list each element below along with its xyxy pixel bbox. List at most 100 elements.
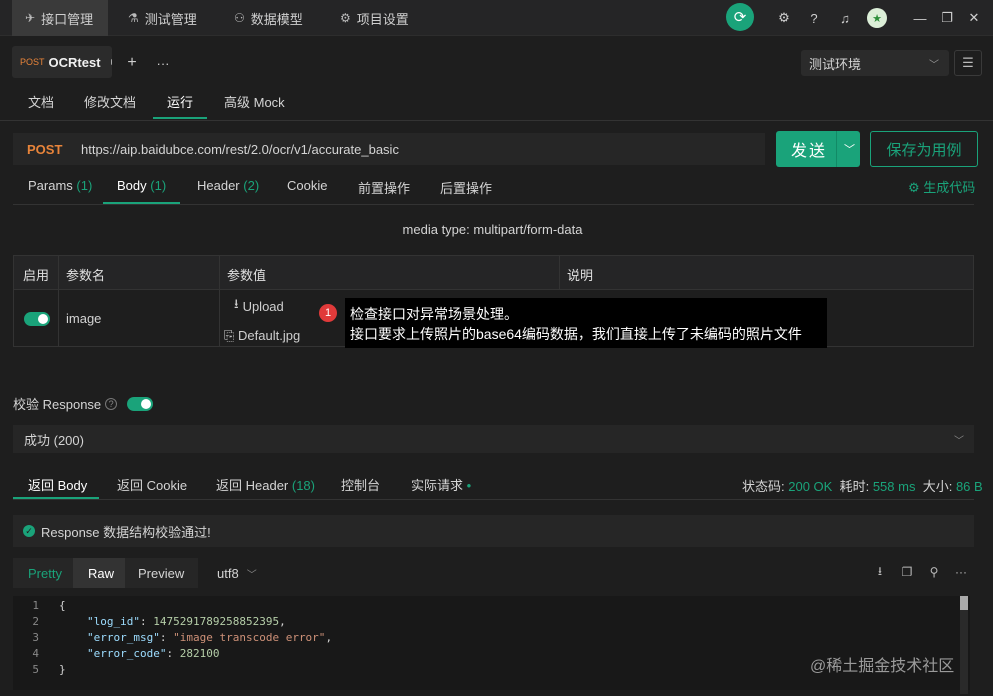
format-pretty[interactable]: Pretty — [13, 558, 73, 588]
generate-code-link[interactable]: ⚙ 生成代码 — [908, 177, 975, 196]
column-header-description: 说明 — [567, 268, 594, 283]
divider — [13, 204, 974, 205]
nav-tab-api-management[interactable]: ✈ 接口管理 — [12, 0, 108, 36]
restore-icon[interactable]: ❐ — [937, 8, 957, 28]
column-header-value: 参数值 — [227, 268, 267, 283]
url-bar[interactable]: POST https://aip.baidubce.com/rest/2.0/o… — [13, 133, 765, 165]
settings-gear-icon[interactable]: ⚙ — [774, 8, 794, 28]
model-icon: ⚇ — [234, 11, 245, 25]
send-button[interactable]: 发送 ﹀ — [776, 131, 860, 167]
tab-label: 返回 Header — [216, 478, 289, 493]
code-scrollbar[interactable] — [960, 596, 968, 694]
request-method[interactable]: POST — [13, 142, 81, 157]
encoding-value: utf8 — [217, 565, 239, 581]
enable-toggle[interactable] — [24, 312, 50, 326]
more-tabs-icon[interactable]: ··· — [153, 53, 173, 73]
divider — [13, 499, 974, 500]
status-dot-icon: • — [463, 478, 472, 493]
tab-post-operation[interactable]: 后置操作 — [440, 178, 492, 196]
annotation-line-1: 检查接口对异常场景处理。 — [350, 306, 518, 322]
check-circle-icon: ✓ — [23, 525, 35, 537]
status-code: 200 OK — [788, 479, 833, 494]
annotation-badge: 1 — [319, 304, 337, 322]
help-icon[interactable]: ? — [804, 8, 824, 28]
tab-actual-request[interactable]: 实际请求 • — [411, 475, 471, 494]
file-name-label: Default.jpg — [238, 328, 301, 343]
validate-label: 校验 Response — [13, 397, 102, 412]
column-header-name: 参数名 — [66, 268, 106, 283]
tab-body[interactable]: Body (1) — [117, 178, 166, 194]
tab-params[interactable]: Params (1) — [28, 178, 92, 194]
validate-toggle[interactable] — [127, 396, 154, 411]
url-input[interactable]: https://aip.baidubce.com/rest/2.0/ocr/v1… — [81, 142, 399, 157]
upload-label: Upload — [242, 298, 284, 314]
file-name[interactable]: ⎘ Default.jpg — [224, 328, 300, 344]
tab-response-header[interactable]: 返回 Header (18) — [216, 475, 315, 494]
chevron-down-icon: ﹀ — [246, 569, 257, 581]
line-number: 5 — [32, 663, 39, 676]
response-status: 状态码: 200 OK 耗时: 558 ms 大小: 86 B — [742, 476, 983, 495]
gear-icon: ⚙ — [340, 11, 351, 25]
nav-tab-test-management[interactable]: ⚗ 测试管理 — [128, 0, 197, 36]
tab-advanced-mock[interactable]: 高级 Mock — [224, 92, 285, 118]
tab-edit-docs[interactable]: 修改文档 — [84, 92, 136, 118]
json-key: "error_msg" — [87, 631, 160, 644]
json-key: "log_id" — [87, 615, 140, 628]
column-divider — [219, 256, 220, 346]
tab-header[interactable]: Header (2) — [197, 178, 259, 194]
request-tab-ocrtest[interactable]: POST OCRtest — [12, 46, 112, 78]
code-line: "log_id": 1475291789258852395, — [87, 615, 286, 628]
gear-icon: ⚙ — [908, 180, 920, 195]
tab-count: (2) — [243, 178, 260, 193]
more-icon[interactable]: ··· — [953, 564, 969, 580]
environment-select[interactable]: 测试环境 ﹀ — [801, 50, 949, 76]
response-select-value: 成功 (200) — [24, 432, 84, 448]
tab-response-cookie[interactable]: 返回 Cookie — [117, 475, 187, 494]
validation-message: ✓ Response 数据结构校验通过! — [13, 515, 974, 547]
nav-tab-label: 项目设置 — [356, 11, 409, 27]
search-icon[interactable]: ⚲ — [926, 564, 942, 580]
param-name[interactable]: image — [66, 311, 101, 326]
validate-response: 校验 Response ? — [13, 394, 154, 413]
json-key: "error_code" — [87, 647, 167, 660]
tab-label: Params — [28, 178, 73, 193]
tab-cookie[interactable]: Cookie — [287, 178, 327, 194]
tab-label: Header — [197, 178, 240, 193]
tab-run[interactable]: 运行 — [167, 92, 193, 118]
nav-tab-project-settings[interactable]: ⚙ 项目设置 — [340, 0, 409, 36]
tab-label: 实际请求 — [411, 478, 464, 493]
chevron-down-icon[interactable]: ﹀ — [844, 141, 855, 157]
environment-menu-button[interactable]: ☰ — [954, 50, 982, 76]
format-preview[interactable]: Preview — [125, 558, 198, 588]
response-select[interactable]: 成功 (200) ﹀ — [13, 425, 974, 453]
help-icon[interactable]: ? — [105, 397, 118, 410]
list-icon: ☰ — [962, 55, 974, 70]
copy-icon[interactable]: ❐ — [899, 564, 915, 580]
scrollbar-thumb[interactable] — [960, 596, 968, 610]
code-line: "error_code": 282100 — [87, 647, 220, 660]
bell-icon[interactable]: ♫ — [835, 8, 855, 28]
download-icon[interactable]: ⭳ — [872, 564, 888, 580]
encoding-select[interactable]: utf8 ﹀ — [208, 558, 268, 588]
nav-tab-data-model[interactable]: ⚇ 数据模型 — [234, 0, 303, 36]
tab-response-body[interactable]: 返回 Body — [28, 475, 87, 494]
column-header-enabled: 启用 — [23, 268, 50, 283]
generate-code-label: 生成代码 — [923, 180, 976, 195]
column-divider — [58, 256, 59, 346]
line-number: 2 — [32, 615, 39, 628]
upload-button[interactable]: ⭳ Upload — [222, 293, 304, 319]
line-number: 3 — [32, 631, 39, 644]
close-icon[interactable]: ✕ — [964, 8, 984, 28]
tab-docs[interactable]: 文档 — [28, 92, 54, 118]
sync-button[interactable]: ⟳ — [726, 3, 754, 31]
format-raw[interactable]: Raw — [73, 558, 125, 588]
avatar[interactable]: ★ — [867, 8, 887, 28]
tab-console[interactable]: 控制台 — [341, 475, 380, 494]
chevron-down-icon: ﹀ — [929, 59, 939, 71]
add-tab-icon[interactable]: + — [122, 53, 142, 73]
send-label: 发送 — [791, 143, 828, 160]
minimize-icon[interactable]: — — [910, 8, 930, 28]
save-as-case-button[interactable]: 保存为用例 — [870, 131, 978, 167]
json-value: 282100 — [179, 647, 220, 660]
tab-pre-operation[interactable]: 前置操作 — [358, 178, 410, 196]
